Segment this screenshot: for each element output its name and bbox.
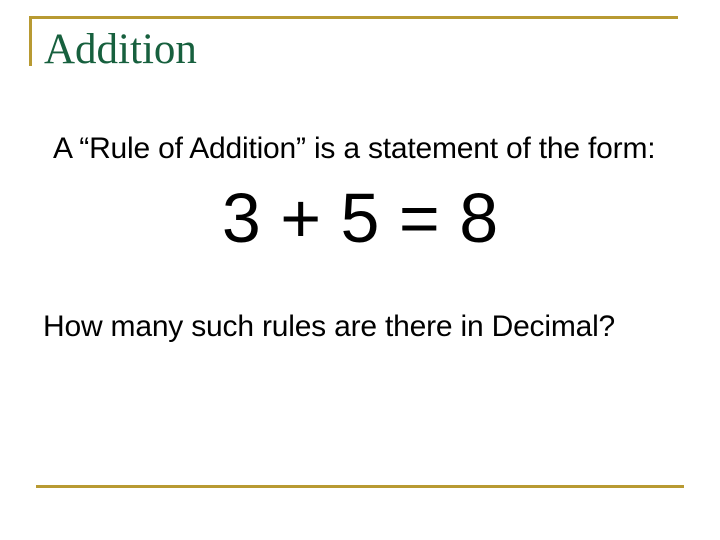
slide: Addition A “Rule of Addition” is a state…	[0, 0, 720, 540]
slide-title: Addition	[44, 26, 197, 73]
footer-rule	[36, 485, 684, 488]
title-frame-left-rule	[29, 16, 32, 66]
question-text: How many such rules are there in Decimal…	[43, 310, 616, 343]
example-equation: 3 + 5 = 8	[221, 179, 499, 257]
title-frame-top-rule	[29, 16, 678, 19]
intro-text: A “Rule of Addition” is a statement of t…	[53, 132, 656, 165]
